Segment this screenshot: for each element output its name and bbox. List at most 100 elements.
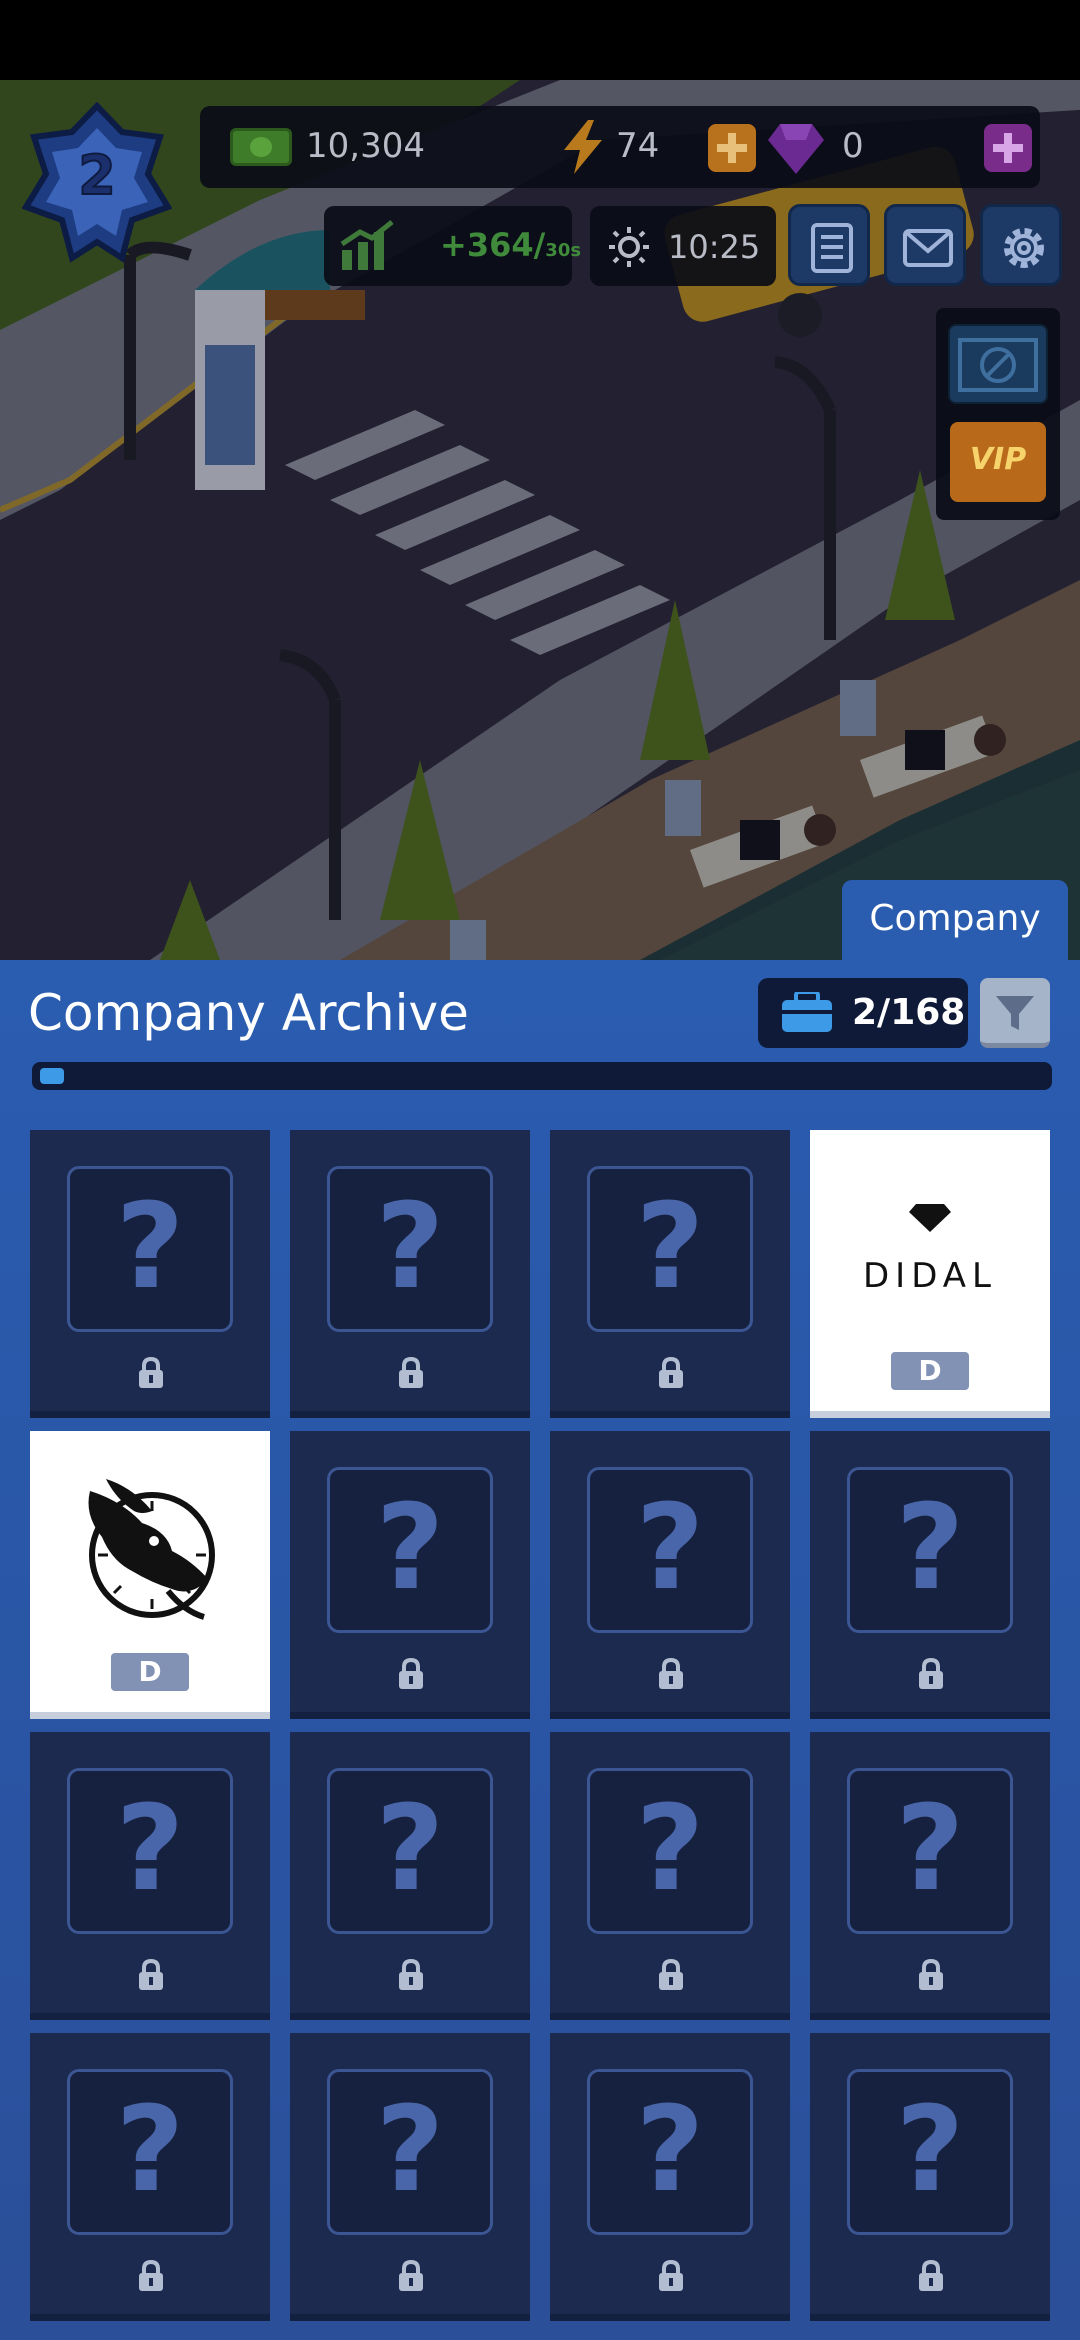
income-rate-display[interactable]: +364/30s <box>324 206 581 286</box>
lock-icon <box>399 1958 423 1990</box>
unknown-company-slot: ? <box>847 1467 1013 1633</box>
company-card-locked[interactable]: ? <box>550 2033 790 2321</box>
company-card-locked[interactable]: ? <box>30 1732 270 2020</box>
gem-icon <box>768 124 824 174</box>
rabbit-logo-icon <box>88 1479 215 1620</box>
lock-icon <box>399 2259 423 2291</box>
diamond-icon <box>909 1204 951 1232</box>
briefcase-icon <box>782 992 832 1032</box>
lock-icon <box>659 1958 683 1990</box>
income-rate: +364/30s <box>440 226 581 264</box>
company-card-locked[interactable]: ? <box>810 1431 1050 1719</box>
player-level: 2 <box>77 143 117 208</box>
notebook-icon <box>811 223 853 273</box>
filter-button[interactable] <box>980 978 1050 1048</box>
company-card-locked[interactable]: ? <box>290 2033 530 2321</box>
plus-icon <box>717 133 747 163</box>
add-gems-button[interactable] <box>984 124 1032 172</box>
add-energy-button[interactable] <box>708 124 756 172</box>
level-badge[interactable]: 2 <box>22 102 172 272</box>
question-mark-icon: ? <box>635 1177 705 1315</box>
lock-icon <box>399 1356 423 1388</box>
lock-icon <box>659 2259 683 2291</box>
question-mark-icon: ? <box>635 2080 705 2218</box>
unknown-company-slot: ? <box>327 1467 493 1633</box>
mail-button[interactable] <box>884 204 966 286</box>
quest-list-button[interactable] <box>788 204 870 286</box>
unknown-company-slot: ? <box>67 2069 233 2235</box>
unknown-company-slot: ? <box>327 2069 493 2235</box>
vip-label: VIP <box>969 442 1027 477</box>
settings-button[interactable] <box>980 204 1062 286</box>
lock-icon <box>919 2259 943 2291</box>
company-card-locked[interactable]: ? <box>810 1732 1050 2020</box>
question-mark-icon: ? <box>895 1779 965 1917</box>
lock-icon <box>399 1657 423 1689</box>
collection-count: 2/168 <box>758 978 968 1048</box>
clock-time: 10:25 <box>668 228 761 266</box>
unknown-company-slot: ? <box>587 1166 753 1332</box>
collection-progress-fill <box>40 1068 64 1084</box>
question-mark-icon: ? <box>375 1478 445 1616</box>
question-mark-icon: ? <box>115 1779 185 1917</box>
income-amount: +364/ <box>440 226 546 264</box>
unknown-company-slot: ? <box>847 1768 1013 1934</box>
company-name: DIDAL <box>863 1256 997 1296</box>
game-clock: 10:25 <box>590 206 776 286</box>
unknown-company-slot: ? <box>587 2069 753 2235</box>
status-bar <box>0 0 1080 80</box>
company-card-locked[interactable]: ? <box>290 1732 530 2020</box>
gem-amount: 0 <box>842 126 864 166</box>
lock-icon <box>919 1958 943 1990</box>
question-mark-icon: ? <box>375 1779 445 1917</box>
question-mark-icon: ? <box>635 1779 705 1917</box>
mail-icon <box>903 229 953 267</box>
grade-badge: D <box>111 1653 189 1691</box>
collected-count: 2/168 <box>852 992 966 1033</box>
collection-progress-bar <box>32 1062 1052 1090</box>
unknown-company-slot: ? <box>327 1768 493 1934</box>
grade-badge: D <box>891 1352 969 1390</box>
company-card-locked[interactable]: ? <box>810 2033 1050 2321</box>
income-chart-icon <box>340 220 394 270</box>
question-mark-icon: ? <box>115 2080 185 2218</box>
company-card-didal[interactable]: DIDAL D <box>810 1130 1050 1418</box>
cash-amount: 10,304 <box>306 126 425 166</box>
tab-company[interactable]: Company <box>842 880 1068 962</box>
side-offers-panel: VIP <box>936 308 1060 520</box>
income-interval: 30s <box>545 240 582 261</box>
company-card-locked[interactable]: ? <box>550 1732 790 2020</box>
question-mark-icon: ? <box>115 1177 185 1315</box>
plus-icon <box>993 133 1023 163</box>
company-card-locked[interactable]: ? <box>30 2033 270 2321</box>
company-card-locked[interactable]: ? <box>290 1431 530 1719</box>
energy-amount: 74 <box>616 126 660 166</box>
tab-company-label: Company <box>869 898 1041 939</box>
energy-bolt-icon <box>564 120 602 174</box>
lock-icon <box>139 2259 163 2291</box>
sun-icon <box>609 227 649 267</box>
company-card-rabbit[interactable]: D <box>30 1431 270 1719</box>
vip-button[interactable]: VIP <box>950 422 1046 502</box>
company-archive-panel: Company Archive 2/168 ??? DIDAL D D????????… <box>0 960 1080 2340</box>
unknown-company-slot: ? <box>67 1166 233 1332</box>
company-card-locked[interactable]: ? <box>550 1431 790 1719</box>
filter-funnel-icon <box>996 996 1034 1030</box>
lock-icon <box>139 1356 163 1388</box>
lock-icon <box>919 1657 943 1689</box>
cash-icon <box>230 128 292 166</box>
question-mark-icon: ? <box>895 2080 965 2218</box>
company-card-locked[interactable]: ? <box>550 1130 790 1418</box>
unknown-company-slot: ? <box>67 1768 233 1934</box>
question-mark-icon: ? <box>635 1478 705 1616</box>
no-ads-button[interactable] <box>948 324 1048 404</box>
gear-icon <box>1004 228 1044 268</box>
question-mark-icon: ? <box>375 2080 445 2218</box>
company-card-locked[interactable]: ? <box>30 1130 270 1418</box>
no-ads-film-icon <box>958 338 1038 392</box>
unknown-company-slot: ? <box>327 1166 493 1332</box>
lock-icon <box>139 1958 163 1990</box>
page-title: Company Archive <box>28 984 469 1042</box>
unknown-company-slot: ? <box>587 1467 753 1633</box>
company-card-locked[interactable]: ? <box>290 1130 530 1418</box>
